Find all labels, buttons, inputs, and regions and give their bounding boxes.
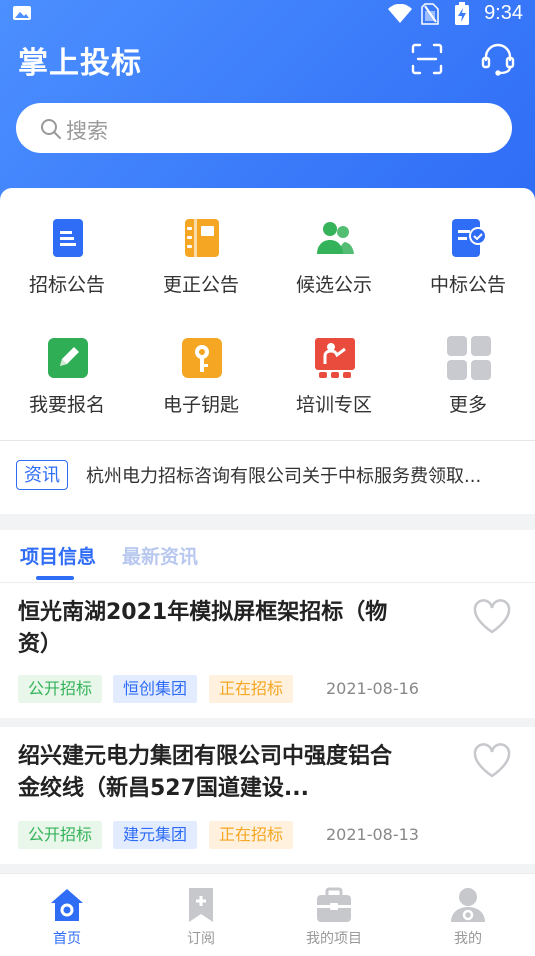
app-title: 掌上投标	[18, 46, 142, 81]
menu-register[interactable]: 我要报名	[0, 338, 134, 438]
nav-my-projects[interactable]: 我的项目	[267, 874, 401, 956]
wifi-icon	[388, 4, 412, 23]
favorite-heart-icon[interactable]	[472, 599, 512, 635]
nav-label: 首页	[53, 931, 81, 947]
tab-project-info[interactable]: 项目信息	[20, 542, 96, 569]
training-icon	[315, 338, 355, 378]
menu-training[interactable]: 培训专区	[267, 338, 401, 438]
content-tabs: 项目信息 最新资讯	[0, 530, 535, 583]
grid-more-icon	[447, 336, 491, 380]
nav-label: 订阅	[187, 931, 215, 947]
menu-candidate-notice[interactable]: 候选公示	[267, 218, 401, 318]
news-ticker[interactable]: 杭州电力招标咨询有限公司关于中标服务费领取...	[86, 462, 516, 488]
document-icon	[53, 219, 83, 257]
divider	[0, 440, 535, 441]
key-icon	[182, 338, 222, 378]
nav-label: 我的	[454, 931, 482, 947]
project-card[interactable]: 恒光南湖2021年模拟屏框架招标（物资） 公开招标 恒创集团 正在招标 2021…	[0, 583, 535, 718]
news-tag: 资讯	[16, 460, 68, 490]
image-notification-icon	[13, 6, 31, 20]
menu-label: 候选公示	[295, 274, 372, 296]
search-placeholder: 搜索	[66, 119, 108, 143]
status-time: 9:34	[484, 2, 523, 24]
status-bar: 9:34	[0, 0, 535, 28]
menu-bid-announcement[interactable]: 招标公告	[0, 218, 134, 318]
tab-latest-news[interactable]: 最新资讯	[122, 542, 198, 569]
nav-label: 我的项目	[306, 931, 362, 947]
favorite-heart-icon[interactable]	[472, 743, 512, 779]
project-title: 绍兴建元电力集团有限公司中强度铝合金绞线（新昌527国道建设...	[18, 744, 393, 801]
menu-label: 我要报名	[28, 394, 105, 416]
customer-service-icon[interactable]	[480, 42, 516, 76]
tag-bidding-method: 公开招标	[18, 821, 103, 849]
menu-label: 培训专区	[295, 394, 372, 416]
bookmark-icon	[189, 888, 213, 922]
menu-label: 电子钥匙	[162, 394, 239, 416]
menu-correction-announcement[interactable]: 更正公告	[134, 218, 268, 318]
user-icon	[451, 888, 485, 922]
nav-home[interactable]: 首页	[0, 874, 134, 956]
menu-label: 中标公告	[429, 274, 506, 296]
menu-label: 更正公告	[162, 274, 239, 296]
project-title: 恒光南湖2021年模拟屏框架招标（物资）	[18, 600, 388, 657]
menu-label: 更多	[448, 394, 487, 416]
menu-more[interactable]: 更多	[401, 336, 535, 438]
project-card[interactable]: 绍兴建元电力集团有限公司中强度铝合金绞线（新昌527国道建设... 公开招标 建…	[0, 727, 535, 864]
nav-me[interactable]: 我的	[401, 874, 535, 956]
pencil-icon	[48, 338, 88, 378]
bottom-nav: 首页 订阅 我的项目 我的	[0, 873, 535, 956]
home-icon	[51, 889, 83, 921]
tag-status: 正在招标	[209, 821, 294, 849]
search-icon	[41, 119, 61, 139]
project-date: 2021-08-13	[326, 825, 419, 844]
menu-winning-announcement[interactable]: 中标公告	[401, 218, 535, 318]
no-sim-icon	[421, 3, 439, 25]
notebook-icon	[185, 219, 219, 257]
battery-charging-icon	[455, 2, 469, 25]
scan-icon[interactable]	[410, 42, 444, 76]
menu-label: 招标公告	[28, 274, 105, 296]
search-bar[interactable]: 搜索	[16, 103, 512, 153]
tab-indicator	[36, 576, 74, 580]
tag-status: 正在招标	[209, 675, 294, 703]
tag-bidding-method: 公开招标	[18, 675, 103, 703]
people-icon	[317, 222, 354, 254]
checked-doc-icon	[452, 219, 487, 257]
project-date: 2021-08-16	[326, 679, 419, 698]
nav-subscribe[interactable]: 订阅	[134, 874, 268, 956]
header-background	[0, 0, 535, 200]
tag-group: 建元集团	[113, 821, 198, 849]
tag-group: 恒创集团	[113, 675, 198, 703]
briefcase-icon	[317, 887, 351, 922]
menu-electronic-key[interactable]: 电子钥匙	[134, 338, 268, 438]
